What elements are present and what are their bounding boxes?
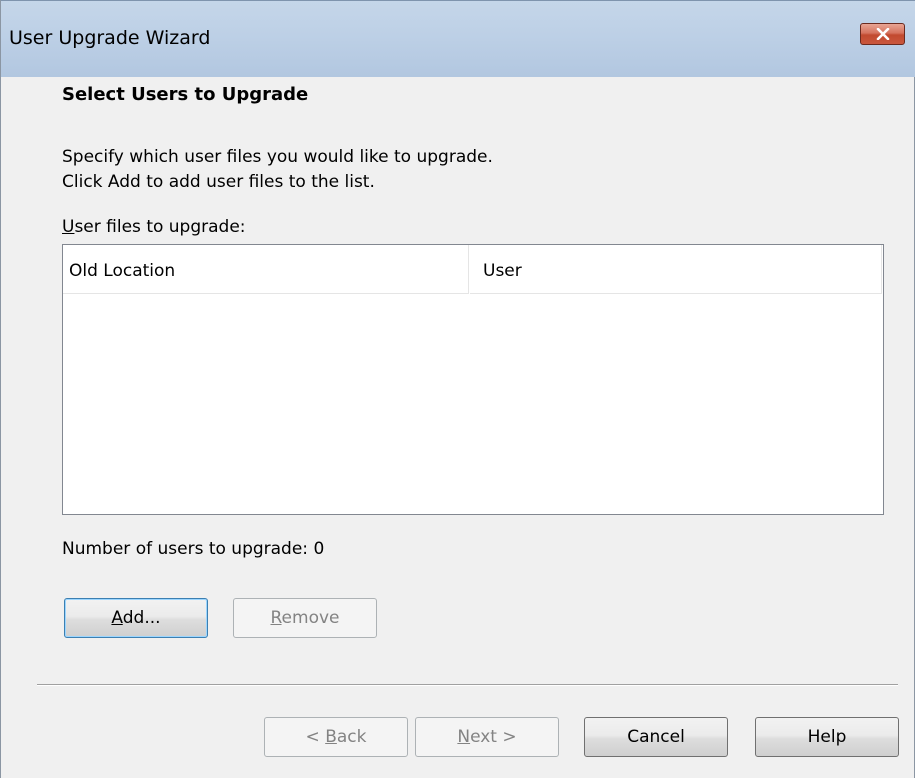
button-label: emove xyxy=(281,608,340,628)
mnemonic: N xyxy=(457,727,471,747)
page-heading: Select Users to Upgrade xyxy=(62,84,309,105)
description-line-1: Specify which user files you would like … xyxy=(62,147,493,167)
window-title: User Upgrade Wizard xyxy=(9,27,211,49)
cancel-button[interactable]: Cancel xyxy=(584,717,728,757)
remove-button[interactable]: Remove xyxy=(233,598,377,638)
description-line-2: Click Add to add user files to the list. xyxy=(62,172,375,192)
mnemonic: R xyxy=(270,608,282,628)
mnemonic: B xyxy=(325,727,337,747)
wizard-window: User Upgrade Wizard Select Users to Upgr… xyxy=(0,0,915,778)
user-files-list[interactable]: Old Location User xyxy=(62,244,884,515)
separator xyxy=(37,684,898,686)
next-button[interactable]: Next > xyxy=(415,717,559,757)
mnemonic: U xyxy=(62,217,75,237)
add-button[interactable]: Add... xyxy=(64,598,208,638)
column-header-label: User xyxy=(483,261,522,281)
users-count-label: Number of users to upgrade: 0 xyxy=(62,539,325,559)
label-text: ser files to upgrade: xyxy=(74,217,246,237)
close-icon xyxy=(876,28,890,40)
button-label: ack xyxy=(336,727,367,747)
column-header-user[interactable]: User xyxy=(470,245,882,294)
button-label-prefix: < xyxy=(305,727,326,747)
button-label: dd... xyxy=(122,608,161,628)
column-header-label: Old Location xyxy=(69,261,176,281)
mnemonic: A xyxy=(111,608,123,628)
button-label: ext > xyxy=(470,727,517,747)
column-header-old-location[interactable]: Old Location xyxy=(63,245,469,294)
user-files-label: User files to upgrade: xyxy=(62,217,246,237)
back-button[interactable]: < Back xyxy=(264,717,408,757)
list-header: Old Location User xyxy=(63,245,883,295)
close-button[interactable] xyxy=(860,23,905,45)
help-button[interactable]: Help xyxy=(755,717,899,757)
title-bar[interactable]: User Upgrade Wizard xyxy=(1,0,915,77)
